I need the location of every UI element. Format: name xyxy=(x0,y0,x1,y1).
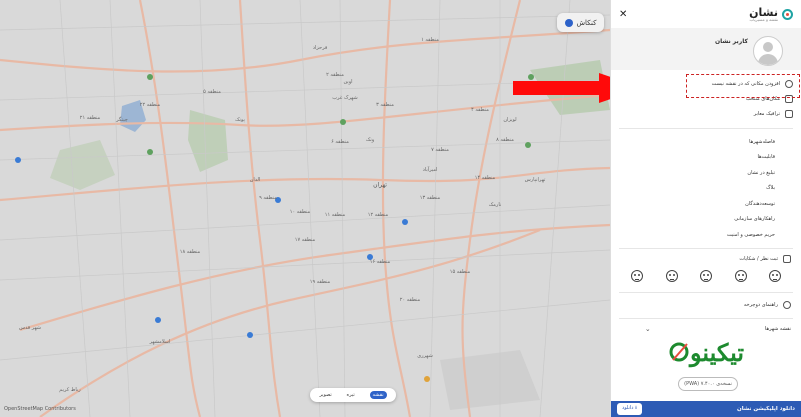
divider xyxy=(619,128,793,129)
map-label: منطقه ۲۰ xyxy=(399,297,421,303)
menu-label: ترافیک معابر xyxy=(753,110,780,117)
map-label: منطقه ۱۵ xyxy=(449,269,471,275)
map-label: تهرانپارس xyxy=(524,177,546,183)
download-button-label: دانلود xyxy=(622,405,634,411)
map-label: اوین xyxy=(343,79,353,85)
divider xyxy=(619,318,793,319)
map-label: منطقه ۲۱ xyxy=(79,115,101,121)
app-name: نشان xyxy=(749,5,778,19)
bike-icon xyxy=(783,301,791,309)
map-label: منطقه ۱۶ xyxy=(369,259,391,265)
map-label: منطقه ۱۱ xyxy=(324,212,346,218)
kankash-label: کنکاش xyxy=(576,18,597,27)
map-label: منطقه ۱۲ xyxy=(367,212,389,218)
traffic-grid-icon xyxy=(785,109,793,118)
city-maps-title: نقشه شهرها xyxy=(764,326,791,332)
neutral-face-icon[interactable] xyxy=(700,270,712,282)
map-label: نارمک xyxy=(488,202,502,208)
info-links: فاصله‌شهرها قابلیت‌ها تبلیغ در نشان بلاگ… xyxy=(611,134,801,243)
panel-header: نشان نقشه و مسیریاب ✕ xyxy=(611,0,801,28)
watermark-text: تیکینو xyxy=(689,337,745,367)
map-label: منطقه ۶ xyxy=(331,139,349,145)
map-label: پونک xyxy=(235,117,245,123)
map-label: منطقه ۷ xyxy=(431,147,449,153)
map-label: منطقه ۱۳ xyxy=(419,195,441,201)
divider xyxy=(619,248,793,249)
map-label: شهر قدس xyxy=(19,325,41,331)
layer-option-map[interactable]: نقشه xyxy=(369,391,387,399)
map-attribution[interactable]: OpenStreetMap Contributors xyxy=(4,406,76,412)
map-label: منطقه ۹ xyxy=(259,195,277,201)
layer-option-satellite[interactable]: تصویر xyxy=(319,392,331,398)
map-layer-switcher[interactable]: تصویر تیره نقشه xyxy=(310,388,396,402)
link-advertise[interactable]: تبلیغ در نشان xyxy=(611,165,801,181)
map-label: منطقه ۱۷ xyxy=(294,237,316,243)
kankash-button[interactable]: کنکاش xyxy=(557,13,604,32)
very-happy-face-icon[interactable] xyxy=(769,270,781,282)
feedback-header[interactable]: ثبت نظر / شکایات xyxy=(739,255,791,263)
side-panel: نشان نقشه و مسیریاب ✕ کاربر نشان افزودن … xyxy=(610,0,801,417)
map-canvas[interactable]: منطقه ۱ منطقه ۲ منطقه ۳ منطقه ۴ منطقه ۵ منطقه… xyxy=(0,0,610,417)
map-label: اسلامشهر xyxy=(149,339,171,345)
map-label: الدان xyxy=(249,177,261,183)
neshan-logo-icon xyxy=(782,8,793,20)
map-label: لویزان xyxy=(503,117,517,123)
map-label: فرحزاد xyxy=(312,45,328,51)
map-label: منطقه ۱۹ xyxy=(309,279,331,285)
download-text: دانلود اپلیکیشن نشان xyxy=(737,406,795,412)
app-logo[interactable]: نشان نقشه و مسیریاب xyxy=(749,7,793,22)
feedback-ratings xyxy=(631,270,781,282)
map-label: منطقه ۱۸ xyxy=(179,249,201,255)
map-label: منطقه ۱ xyxy=(421,37,439,43)
download-button[interactable]: ⭳ دانلود xyxy=(617,403,642,415)
bike-label: راهنمای دوچرخه xyxy=(743,302,778,308)
link-blog[interactable]: بلاگ xyxy=(611,181,801,197)
map-label: منطقه ۸ xyxy=(496,137,514,143)
map-label: منطقه ۲۲ xyxy=(139,102,161,108)
feedback-title: ثبت نظر / شکایات xyxy=(739,256,778,262)
very-sad-face-icon[interactable] xyxy=(631,270,643,282)
sad-face-icon[interactable] xyxy=(665,270,678,282)
menu-traffic[interactable]: ترافیک معابر xyxy=(611,106,801,121)
map-label: منطقه ۱۰ xyxy=(289,209,311,215)
watermark-mark-icon xyxy=(669,342,689,362)
link-developers[interactable]: توسعه‌دهندگان xyxy=(611,196,801,212)
link-enterprise[interactable]: راهکارهای سازمانی xyxy=(611,212,801,228)
feedback-icon xyxy=(783,255,791,263)
map-label: چیتگر xyxy=(116,117,128,123)
layer-option-dark[interactable]: تیره xyxy=(347,392,355,398)
divider xyxy=(619,292,793,293)
map-label: منطقه ۱۴ xyxy=(474,175,496,181)
highlight-box xyxy=(686,74,800,98)
map-label: ونک xyxy=(365,137,375,143)
close-icon[interactable]: ✕ xyxy=(619,9,627,20)
link-privacy[interactable]: حریم خصوصی و امنیت xyxy=(611,227,801,243)
user-name: کاربر نشان xyxy=(714,38,748,45)
city-maps-header[interactable]: نقشه شهرها ⌄ xyxy=(645,325,791,333)
map-label: منطقه ۵ xyxy=(203,89,221,95)
map-label: رباط کریم xyxy=(59,387,81,393)
bike-guide[interactable]: راهنمای دوچرخه xyxy=(744,301,791,309)
map-label: امیرآباد xyxy=(422,167,438,173)
happy-face-icon[interactable] xyxy=(734,270,747,282)
chevron-down-icon: ⌄ xyxy=(644,325,651,333)
map-label: منطقه ۳ xyxy=(376,102,394,108)
avatar xyxy=(753,36,783,66)
app-tagline: نقشه و مسیریاب xyxy=(749,16,778,22)
map-label: شهرک غرب xyxy=(332,95,358,101)
map-label: تهران xyxy=(373,181,387,189)
version-badge: نسخه‌ی ۷.۴۰.۰ (PWA) xyxy=(678,377,738,391)
download-bar[interactable]: دانلود اپلیکیشن نشان ⭳ دانلود xyxy=(611,401,801,417)
user-profile[interactable]: کاربر نشان xyxy=(611,28,801,70)
map-label: شهرری xyxy=(417,353,433,359)
watermark-logo: تیکینو xyxy=(651,337,761,367)
compass-icon xyxy=(564,18,573,27)
link-features[interactable]: قابلیت‌ها xyxy=(611,150,801,166)
map-label: منطقه ۴ xyxy=(471,107,489,113)
map-label: منطقه ۲ xyxy=(326,72,344,78)
link-city-distances[interactable]: فاصله‌شهرها xyxy=(611,134,801,150)
